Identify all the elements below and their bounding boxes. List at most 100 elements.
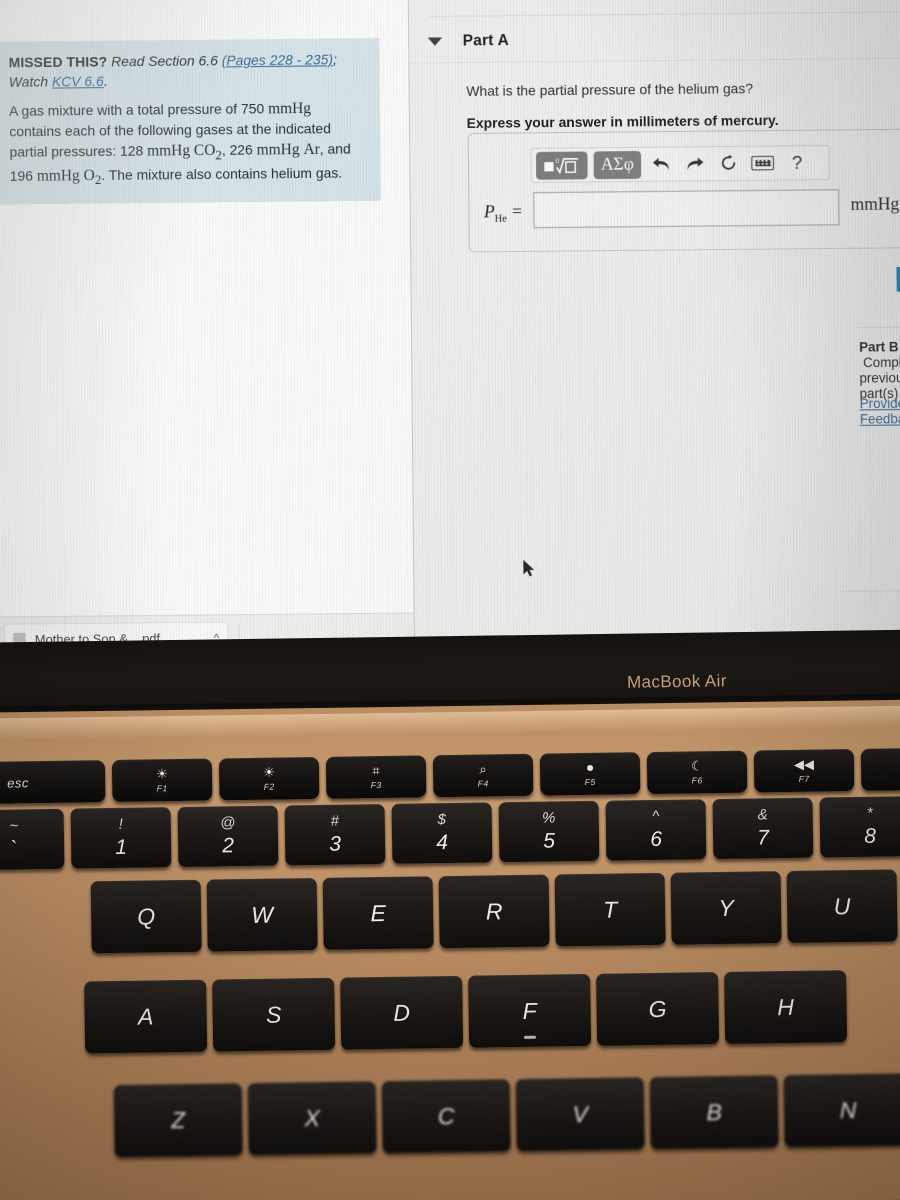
key-label: S — [265, 1001, 282, 1028]
question-text: What is the partial pressure of the heli… — [466, 80, 754, 100]
key-b[interactable]: B — [649, 1075, 779, 1150]
keyboard: esc☀F1☀F2⌗F3⌕F4⏺F5☾F6◀◀F7▷||F8 ~`!1@2#3$… — [0, 693, 900, 1200]
part-a-header[interactable]: Part A — [427, 31, 509, 50]
reset-icon[interactable] — [715, 150, 743, 177]
key-w[interactable]: W — [206, 877, 318, 952]
key-esc[interactable]: esc — [0, 760, 106, 804]
key-glyph-icon: ◀◀ — [793, 756, 815, 772]
keyboard-icon[interactable] — [749, 150, 777, 177]
key-shift-label: $ — [437, 811, 447, 829]
answer-input[interactable] — [533, 189, 840, 229]
key-5[interactable]: % 5 — [498, 800, 600, 863]
key-t[interactable]: T — [554, 872, 666, 947]
part-a-title: Part A — [462, 31, 509, 50]
macbook-air-label: MacBook Air — [626, 671, 727, 692]
pages-link[interactable]: (Pages 228 - 235) — [222, 52, 333, 69]
problem-part-5: . The mixture also contains helium gas. — [101, 164, 343, 183]
key-c[interactable]: C — [381, 1079, 511, 1154]
key-n[interactable]: N — [783, 1073, 900, 1148]
missed-this-callout: MISSED THIS? Read Section 6.6 (Pages 228… — [0, 38, 381, 205]
key-e[interactable]: E — [322, 876, 434, 950]
keyboard-home-row: A S D F GH — [84, 970, 848, 1054]
key-f1[interactable]: ☀ F1 — [111, 758, 213, 803]
key-x[interactable]: X — [247, 1081, 377, 1156]
key-a[interactable]: A — [84, 979, 208, 1054]
key-d[interactable]: D — [340, 975, 464, 1050]
key-shift-label: @ — [220, 814, 236, 832]
key-label: 5 — [543, 829, 556, 853]
key-h[interactable]: H — [724, 970, 848, 1044]
answer-unit-label: mmHg — [850, 193, 900, 214]
key-6[interactable]: ^ 6 — [605, 799, 707, 861]
key-label: 2 — [222, 834, 235, 858]
period: . — [103, 73, 108, 89]
key-f6[interactable]: ☾ F6 — [646, 750, 748, 795]
unit-mmhg-2: mmHg — [147, 142, 191, 160]
read-section-text: Read Section 6.6 — [111, 53, 218, 70]
key-label: C — [437, 1102, 455, 1129]
key-label: F — [522, 997, 537, 1024]
key-label: 1 — [115, 835, 128, 859]
key-q[interactable]: Q — [90, 879, 202, 954]
laptop-screen: MISSED THIS? Read Section 6.6 (Pages 228… — [0, 0, 900, 662]
key-f7[interactable]: ◀◀ F7 — [753, 749, 855, 793]
key-label: 7 — [757, 826, 770, 850]
undo-icon[interactable] — [647, 151, 675, 178]
key-2[interactable]: @2 — [177, 805, 279, 868]
help-icon[interactable]: ? — [783, 149, 811, 176]
key-glyph-icon: ☀ — [156, 766, 169, 782]
key-4[interactable]: $4 — [391, 802, 493, 864]
problem-part-1: A gas mixture with a total pressure of 7… — [9, 101, 265, 120]
key-shift-label: & — [757, 806, 768, 824]
key-g[interactable]: G — [596, 972, 720, 1046]
key-v[interactable]: V — [515, 1077, 645, 1152]
part-b-row[interactable]: Part B Complete previous part(s) — [859, 339, 900, 401]
missed-this-label: MISSED THIS? — [8, 54, 108, 71]
key-8[interactable]: * 8 — [819, 796, 900, 858]
part-b-label: Part B — [859, 339, 899, 355]
key-label: E — [370, 899, 387, 926]
key-shift-label: ! — [118, 815, 124, 833]
key-s[interactable]: S — [212, 977, 336, 1052]
key-label: U — [833, 892, 851, 919]
key-f2[interactable]: ☀ F2 — [218, 756, 320, 801]
key-f[interactable]: F — [468, 973, 592, 1048]
key-f8[interactable]: ▷||F8 — [860, 747, 900, 791]
key-label: 4 — [436, 831, 449, 855]
kcv-link[interactable]: KCV 6.6 — [52, 73, 104, 89]
formula-o2: O2 — [83, 167, 102, 187]
svg-text:0: 0 — [556, 157, 560, 165]
unit-mmhg-4: mmHg — [36, 167, 80, 185]
key-f3[interactable]: ⌗ F3 — [325, 755, 427, 799]
key-f5[interactable]: ⏺ F5 — [539, 752, 641, 796]
redo-icon[interactable] — [681, 150, 709, 177]
provide-feedback-link[interactable]: Provide Feedback — [860, 395, 900, 427]
key-3[interactable]: #3 — [284, 803, 386, 866]
key-7[interactable]: & 7 — [712, 797, 814, 860]
key-z[interactable]: Z — [113, 1083, 243, 1158]
unit-mmhg-1: mmHg — [268, 100, 312, 118]
key-glyph-icon: ⌕ — [479, 761, 487, 777]
key-u[interactable]: U — [786, 869, 898, 944]
key-y[interactable]: Y — [670, 871, 782, 945]
key-label: T — [602, 896, 618, 923]
keyboard-function-row: esc☀F1☀F2⌗F3⌕F4⏺F5☾F6◀◀F7▷||F8 — [0, 747, 900, 804]
key-label: ` — [10, 837, 18, 861]
key-label: F6 — [691, 775, 703, 786]
submit-button[interactable]: Submit — [896, 266, 900, 292]
part-b-rule — [856, 326, 900, 329]
key-label: B — [706, 1098, 722, 1125]
key-r[interactable]: R — [438, 874, 550, 949]
math-toolbar: 0 ΑΣφ ? — [530, 145, 830, 183]
problem-part-3: , 226 — [221, 141, 253, 158]
key-label: 8 — [864, 824, 877, 848]
key-label: Y — [718, 894, 734, 921]
key-shift-label: ^ — [652, 807, 660, 826]
key-f4[interactable]: ⌕ F4 — [432, 753, 534, 798]
greek-symbols-button[interactable]: ΑΣφ — [593, 150, 642, 179]
key-`[interactable]: ~ ` — [0, 808, 65, 871]
key-label: Q — [137, 902, 156, 930]
key-1[interactable]: ! 1 — [70, 807, 172, 869]
chevron-down-icon[interactable] — [427, 36, 443, 46]
template-math-button[interactable]: 0 — [535, 150, 588, 180]
